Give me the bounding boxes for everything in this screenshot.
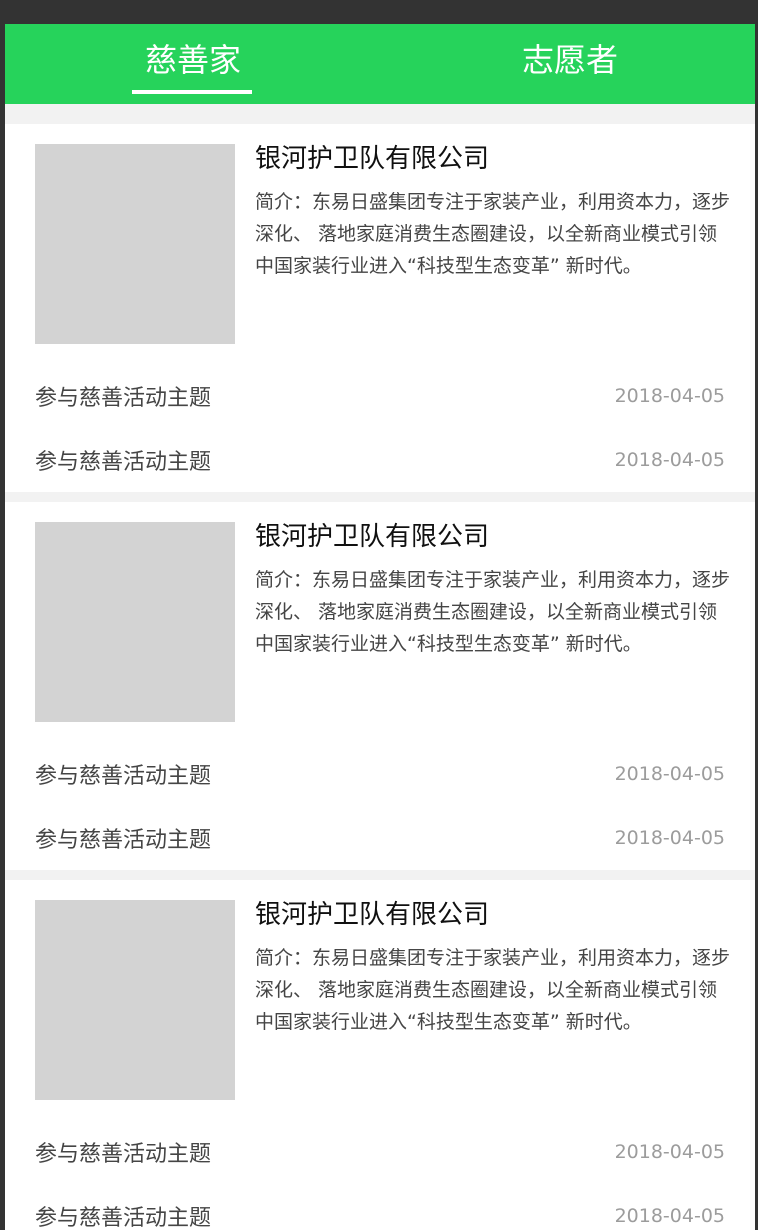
org-name: 银河护卫队有限公司 [255,144,490,174]
activity-item[interactable]: 参与慈善活动主题 2018-04-05 [35,1184,725,1230]
activity-title: 参与慈善活动主题 [35,450,212,475]
activity-item[interactable]: 参与慈善活动主题 2018-04-05 [35,1120,725,1184]
activity-date: 2018-04-05 [614,385,725,407]
activity-date: 2018-04-05 [614,449,725,471]
activity-item[interactable]: 参与慈善活动主题 2018-04-05 [35,806,725,870]
org-card[interactable]: 银河护卫队有限公司 简介：东易日盛集团专注于家装产业，利用资本力，逐步深化、 落… [5,880,755,1230]
activity-date: 2018-04-05 [614,763,725,785]
activity-item[interactable]: 参与慈善活动主题 2018-04-05 [35,428,725,492]
activity-item[interactable]: 参与慈善活动主题 2018-04-05 [35,742,725,806]
org-image-placeholder [35,900,235,1100]
activity-title: 参与慈善活动主题 [35,1206,212,1230]
org-intro: 简介：东易日盛集团专注于家装产业，利用资本力，逐步深化、 落地家庭消费生态圈建设… [255,947,731,1033]
activity-title: 参与慈善活动主题 [35,1142,212,1167]
org-intro: 简介：东易日盛集团专注于家装产业，利用资本力，逐步深化、 落地家庭消费生态圈建设… [255,191,731,277]
activity-title: 参与慈善活动主题 [35,386,212,411]
org-image-placeholder [35,144,235,344]
org-name: 银河护卫队有限公司 [255,900,490,930]
page: 慈善家 志愿者 银河护卫队有限公司 简介：东易日盛集团专注于家装产业，利用资本力… [5,24,755,1230]
org-name: 银河护卫队有限公司 [255,522,490,552]
activity-date: 2018-04-05 [614,1205,725,1227]
tab-volunteer[interactable]: 志愿者 [522,40,618,80]
org-image-placeholder [35,522,235,722]
activity-item[interactable]: 参与慈善活动主题 2018-04-05 [35,364,725,428]
activity-title: 参与慈善活动主题 [35,764,212,789]
activity-title: 参与慈善活动主题 [35,828,212,853]
tab-philanthropist[interactable]: 慈善家 [145,40,241,80]
activity-date: 2018-04-05 [614,1141,725,1163]
header-bar: 慈善家 志愿者 [5,24,755,104]
org-intro: 简介：东易日盛集团专注于家装产业，利用资本力，逐步深化、 落地家庭消费生态圈建设… [255,569,731,655]
activity-date: 2018-04-05 [614,827,725,849]
active-tab-indicator [132,90,252,94]
org-card[interactable]: 银河护卫队有限公司 简介：东易日盛集团专注于家装产业，利用资本力，逐步深化、 落… [5,124,755,492]
org-card[interactable]: 银河护卫队有限公司 简介：东易日盛集团专注于家装产业，利用资本力，逐步深化、 落… [5,502,755,870]
